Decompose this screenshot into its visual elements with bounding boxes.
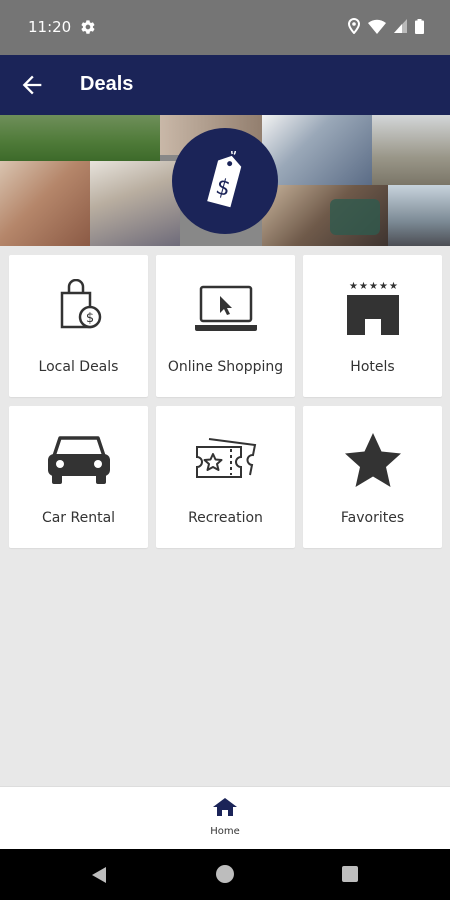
nav-back-icon[interactable] xyxy=(90,865,108,890)
signal-icon xyxy=(394,19,407,38)
hotel-stars-icon: ★ ★ ★ ★ ★ xyxy=(303,279,442,339)
nav-recents-icon[interactable] xyxy=(342,866,358,882)
hero-photo-phone xyxy=(90,161,180,246)
category-label: Hotels xyxy=(350,359,395,375)
status-bar: 11:20 xyxy=(0,0,450,55)
svg-text:$: $ xyxy=(85,311,93,326)
star-icon xyxy=(303,430,442,490)
bottom-navigation: Home xyxy=(0,786,450,849)
svg-text:★: ★ xyxy=(369,281,378,292)
deals-badge: $ xyxy=(172,128,278,234)
arrow-left-icon xyxy=(22,75,42,95)
tab-home-label: Home xyxy=(210,826,240,837)
category-label: Favorites xyxy=(340,510,405,526)
price-tag-dollar-icon: $ xyxy=(207,151,242,208)
ticket-star-icon xyxy=(156,430,295,490)
category-label: Car Rental xyxy=(41,510,116,526)
status-time: 11:20 xyxy=(28,18,72,36)
app-bar: Deals xyxy=(0,55,450,115)
category-label: Local Deals xyxy=(38,359,119,375)
battery-icon xyxy=(415,18,424,39)
category-label: Online Shopping xyxy=(167,359,284,375)
category-label: Recreation xyxy=(188,510,263,526)
car-icon xyxy=(9,430,148,490)
page-title: Deals xyxy=(80,73,134,95)
category-favorites[interactable]: Favorites xyxy=(303,406,442,548)
svg-text:★: ★ xyxy=(379,281,388,292)
gear-icon xyxy=(80,19,96,40)
wifi-icon xyxy=(368,19,386,39)
svg-text:★: ★ xyxy=(389,281,398,292)
svg-text:★: ★ xyxy=(349,281,358,292)
category-car-rental[interactable]: Car Rental xyxy=(9,406,148,548)
category-hotels[interactable]: ★ ★ ★ ★ ★ Hotels xyxy=(303,255,442,397)
hero-photo-street xyxy=(372,115,450,185)
back-button[interactable] xyxy=(18,71,46,99)
hero-photo-laptop xyxy=(262,115,372,185)
shopping-bag-dollar-icon: $ xyxy=(9,279,148,339)
category-recreation[interactable]: Recreation xyxy=(156,406,295,548)
location-icon xyxy=(347,18,361,39)
category-local-deals[interactable]: $ Local Deals xyxy=(9,255,148,397)
laptop-cursor-icon xyxy=(156,279,295,339)
system-nav-bar xyxy=(0,849,450,900)
hero-photo-friends xyxy=(0,161,90,246)
category-online-shopping[interactable]: Online Shopping xyxy=(156,255,295,397)
hero-photo-bridge xyxy=(388,185,450,246)
svg-text:★: ★ xyxy=(359,281,368,292)
hero-photo-park xyxy=(0,115,160,161)
tab-home[interactable]: Home xyxy=(195,797,255,845)
home-icon xyxy=(213,798,237,816)
nav-home-icon[interactable] xyxy=(216,865,234,883)
